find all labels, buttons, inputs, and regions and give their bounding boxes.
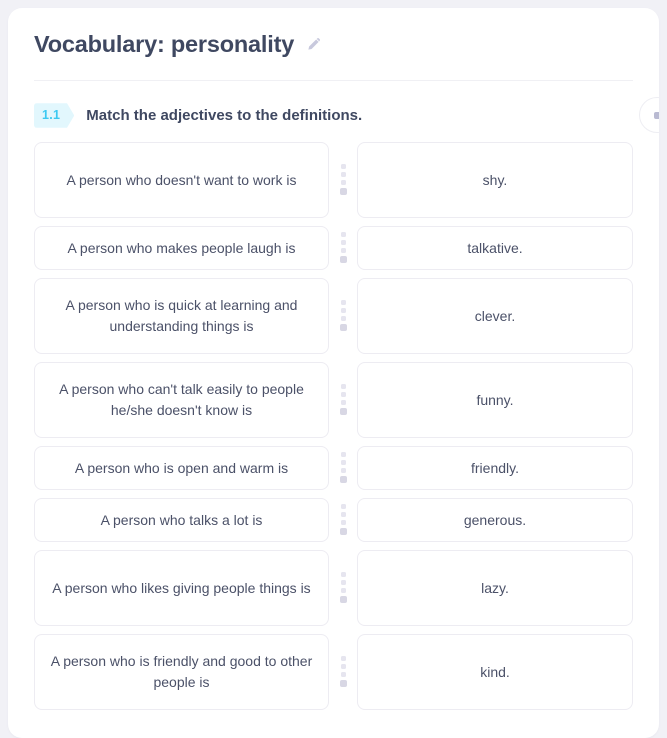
definition-card[interactable]: A person who makes people laugh is xyxy=(34,225,329,270)
drag-handle-dot xyxy=(340,512,346,518)
definition-card[interactable]: A person who talks a lot is xyxy=(34,497,329,542)
drag-handle-dot xyxy=(340,172,346,178)
drag-handle-dot xyxy=(339,408,347,416)
drag-handle-dot xyxy=(340,300,346,306)
drag-handle-dot xyxy=(340,588,346,594)
page-title: Vocabulary: personality xyxy=(34,31,295,57)
drag-handle-dot xyxy=(339,680,347,688)
task-header: 1.1 Match the adjectives to the definiti… xyxy=(8,81,659,134)
drag-handle-icon[interactable] xyxy=(329,550,357,626)
drag-handle-dot xyxy=(339,528,347,536)
drag-handle-dot xyxy=(340,672,346,678)
definition-card[interactable]: A person who doesn't want to work is xyxy=(34,141,329,218)
match-row: A person who doesn't want to work is shy. xyxy=(34,141,633,218)
pencil-icon[interactable] xyxy=(304,34,324,54)
drag-handle-icon[interactable] xyxy=(329,142,357,218)
drag-handle-dot xyxy=(340,520,346,526)
adjective-card[interactable]: lazy. xyxy=(357,549,633,626)
task-instruction: Match the adjectives to the definitions. xyxy=(86,106,363,124)
drag-handle-dot xyxy=(340,468,346,474)
drag-handle-icon[interactable] xyxy=(329,498,357,542)
adjective-card[interactable]: funny. xyxy=(357,361,633,438)
match-row: A person who talks a lot is generous. xyxy=(34,497,633,542)
drag-handle-icon[interactable] xyxy=(329,278,357,354)
drag-handle-dot xyxy=(340,572,346,578)
drag-handle-dot xyxy=(340,240,346,246)
drag-handle-dot xyxy=(340,316,346,322)
definition-card[interactable]: A person who is quick at learning and un… xyxy=(34,277,329,354)
drag-handle-dot xyxy=(339,256,347,264)
match-row: A person who is friendly and good to oth… xyxy=(34,633,633,710)
drag-handle-icon[interactable] xyxy=(329,634,357,710)
drag-handle-icon[interactable] xyxy=(329,226,357,270)
drag-handle-dot xyxy=(340,392,346,398)
title-row: Vocabulary: personality xyxy=(34,30,633,58)
drag-handle-dot xyxy=(339,596,347,604)
drag-handle-dot xyxy=(340,580,346,586)
task-number-badge: 1.1 xyxy=(34,103,75,128)
definition-card[interactable]: A person who is friendly and good to oth… xyxy=(34,633,329,710)
drag-handle-dot xyxy=(340,308,346,314)
drag-handle-dot xyxy=(340,232,346,238)
match-row: A person who makes people laugh is talkat… xyxy=(34,225,633,270)
adjective-card[interactable]: kind. xyxy=(357,633,633,710)
definition-card[interactable]: A person who likes giving people things … xyxy=(34,549,329,626)
drag-handle-dot xyxy=(340,400,346,406)
drag-handle-dot xyxy=(340,504,346,510)
drag-handle-dot xyxy=(340,164,346,170)
match-row: A person who can't talk easily to people… xyxy=(34,361,633,438)
drag-handle-dot xyxy=(339,324,347,332)
drag-handle-icon[interactable] xyxy=(329,446,357,490)
match-row: A person who is quick at learning and un… xyxy=(34,277,633,354)
adjective-card[interactable]: talkative. xyxy=(357,225,633,270)
drag-handle-dot xyxy=(340,384,346,390)
drag-handle-dot xyxy=(340,248,346,254)
exercise-card: Vocabulary: personality 1.1 Match the ad… xyxy=(8,8,659,738)
match-row: A person who is open and warm is friendly… xyxy=(34,445,633,490)
drag-handle-dot xyxy=(340,664,346,670)
match-list: A person who doesn't want to work is shy.… xyxy=(8,128,659,738)
adjective-card[interactable]: clever. xyxy=(357,277,633,354)
adjective-card[interactable]: shy. xyxy=(357,141,633,218)
definition-card[interactable]: A person who can't talk easily to people… xyxy=(34,361,329,438)
adjective-card[interactable]: friendly. xyxy=(357,445,633,490)
drag-handle-dot xyxy=(340,460,346,466)
exercise-header: Vocabulary: personality xyxy=(8,8,659,58)
definition-card[interactable]: A person who is open and warm is xyxy=(34,445,329,490)
drag-handle-icon[interactable] xyxy=(329,362,357,438)
more-options-dot xyxy=(653,111,659,119)
drag-handle-dot xyxy=(340,452,346,458)
drag-handle-dot xyxy=(340,180,346,186)
match-row: A person who likes giving people things … xyxy=(34,549,633,626)
drag-handle-dot xyxy=(339,188,347,196)
drag-handle-dot xyxy=(339,476,347,484)
drag-handle-dot xyxy=(340,656,346,662)
adjective-card[interactable]: generous. xyxy=(357,497,633,542)
